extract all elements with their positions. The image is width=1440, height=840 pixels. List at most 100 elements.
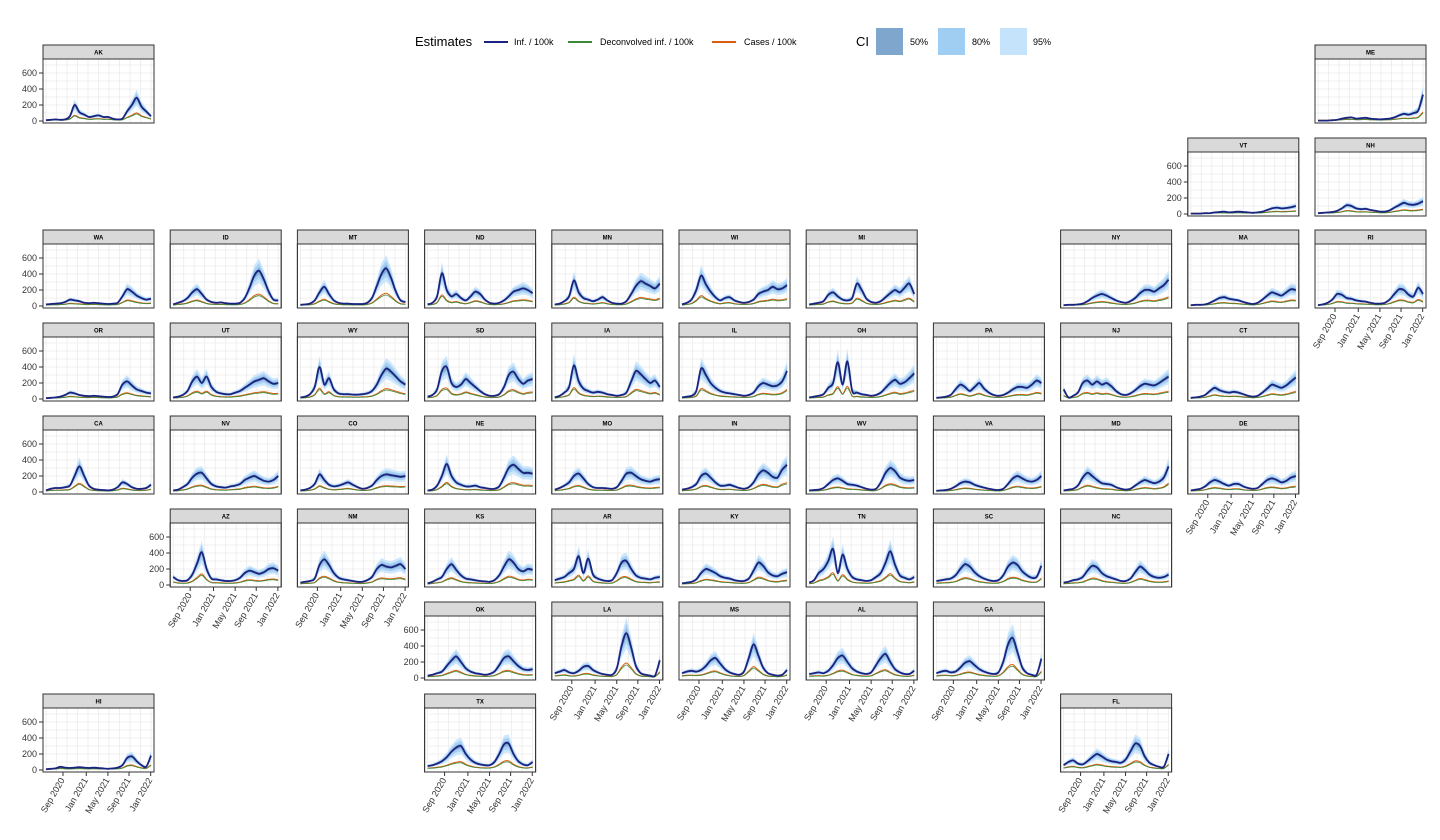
state-grid-chart: Estimates Inf. / 100k Deconvolved inf. /… xyxy=(22,28,1427,815)
strip-label: LA xyxy=(603,608,612,614)
strip-label: OK xyxy=(476,608,486,614)
panel-ak: AK 0 200 400 600 xyxy=(22,44,155,126)
panel-il: IL xyxy=(678,322,791,402)
strip-label: MS xyxy=(730,608,739,614)
y-tick-label: 200 xyxy=(22,378,37,388)
strip-label: AZ xyxy=(222,515,230,521)
strip-label: CA xyxy=(94,422,103,428)
strip-label: AR xyxy=(603,515,612,521)
strip-label: SD xyxy=(476,329,485,335)
panel-ca: CA 0 200 400 600 xyxy=(22,415,155,497)
y-tick-label: 200 xyxy=(22,100,37,110)
strip-label: IN xyxy=(732,422,738,428)
panel-oh: OH xyxy=(805,322,918,402)
legend-label-ci95: 95% xyxy=(1033,37,1051,47)
strip-label: TN xyxy=(858,515,866,521)
legend-swatch-ci50 xyxy=(876,28,903,55)
panel-sc: SC xyxy=(932,508,1045,588)
y-tick-label: 200 xyxy=(22,285,37,295)
strip-label: CO xyxy=(348,422,357,428)
panels: AK 0 200 400 600 ME VT 0 200 400 600 NH WA 0 200 400 600… xyxy=(22,44,1427,815)
strip-label: ND xyxy=(476,236,485,242)
strip-label: SC xyxy=(985,515,994,521)
y-tick-label: 400 xyxy=(22,733,37,743)
y-tick-label: 600 xyxy=(22,439,37,449)
strip-label: VA xyxy=(985,422,994,428)
strip-label: MD xyxy=(1111,422,1121,428)
legend-swatch-ci95 xyxy=(1000,28,1027,55)
panel-ma: MA xyxy=(1187,229,1300,309)
panel-mn: MN xyxy=(551,229,664,309)
y-tick-label: 0 xyxy=(32,765,37,775)
y-tick-label: 600 xyxy=(149,532,164,542)
y-tick-label: 600 xyxy=(22,253,37,263)
strip-label: MN xyxy=(603,236,612,242)
strip-label: NV xyxy=(222,422,230,428)
panel-ny: NY xyxy=(1060,229,1173,309)
strip-label: WI xyxy=(731,236,739,242)
strip-label: MI xyxy=(858,236,865,242)
panel-ct: CT xyxy=(1187,322,1300,402)
panel-ga: GASep 2020Jan 2021May 2021Sep 2021Jan 20… xyxy=(929,601,1045,723)
y-tick-label: 0 xyxy=(32,301,37,311)
y-tick-label: 0 xyxy=(1177,209,1182,219)
panel-ia: IA xyxy=(551,322,664,402)
panel-ar: AR xyxy=(551,508,664,588)
strip-label: NJ xyxy=(1112,329,1120,335)
panel-nh: NH xyxy=(1314,137,1427,217)
panel-sd: SD xyxy=(424,322,537,402)
legend-label-ci50: 50% xyxy=(910,37,928,47)
strip-label: KY xyxy=(730,515,738,521)
legend-label-cases: Cases / 100k xyxy=(744,37,797,47)
panel-nd: ND xyxy=(424,229,537,309)
legend-label-deconvolved: Deconvolved inf. / 100k xyxy=(600,37,694,47)
strip-label: MA xyxy=(1239,236,1249,242)
strip-label: KS xyxy=(476,515,484,521)
panel-nm: NMSep 2020Jan 2021May 2021Sep 2021Jan 20… xyxy=(293,508,409,630)
legend-label-ci80: 80% xyxy=(972,37,990,47)
strip-label: IL xyxy=(732,329,738,335)
legend-swatch-ci80 xyxy=(938,28,965,55)
y-tick-label: 0 xyxy=(32,116,37,126)
y-tick-label: 400 xyxy=(22,84,37,94)
y-tick-label: 600 xyxy=(22,717,37,727)
panel-ut: UT xyxy=(169,322,282,402)
strip-label: NC xyxy=(1112,515,1121,521)
y-tick-label: 0 xyxy=(414,673,419,683)
strip-label: ID xyxy=(223,236,230,242)
strip-label: UT xyxy=(222,329,230,335)
strip-label: ME xyxy=(1366,51,1375,57)
panel-me: ME xyxy=(1314,44,1427,124)
y-tick-label: 0 xyxy=(159,580,164,590)
y-tick-label: 200 xyxy=(149,564,164,574)
y-tick-label: 0 xyxy=(32,487,37,497)
strip-label: WY xyxy=(348,329,358,335)
y-tick-label: 200 xyxy=(22,471,37,481)
panel-la: LASep 2020Jan 2021May 2021Sep 2021Jan 20… xyxy=(548,601,664,723)
strip-label: VT xyxy=(1239,144,1247,150)
y-tick-label: 600 xyxy=(22,346,37,356)
y-tick-label: 400 xyxy=(149,548,164,558)
panel-va: VA xyxy=(932,415,1045,495)
panel-de: DESep 2020Jan 2021May 2021Sep 2021Jan 20… xyxy=(1184,415,1300,537)
panel-mo: MO xyxy=(551,415,664,495)
y-tick-label: 400 xyxy=(404,641,419,651)
strip-label: NH xyxy=(1366,144,1375,150)
panel-nj: NJ xyxy=(1060,322,1173,402)
strip-label: RI xyxy=(1368,236,1374,242)
strip-label: TX xyxy=(476,700,484,706)
y-tick-label: 600 xyxy=(404,625,419,635)
strip-label: NY xyxy=(1112,236,1120,242)
y-tick-label: 200 xyxy=(1167,193,1182,203)
panel-ok: OK 0 200 400 600 xyxy=(404,601,537,683)
strip-label: NE xyxy=(476,422,484,428)
legend-ci-title: CI xyxy=(856,34,869,49)
panel-hi: HI0200400600Sep 2020Jan 2021May 2021Sep … xyxy=(22,693,155,815)
panel-or: OR 0 200 400 600 xyxy=(22,322,155,404)
strip-label: OH xyxy=(857,329,866,335)
panel-ri: RISep 2020Jan 2021May 2021Sep 2021Jan 20… xyxy=(1311,229,1427,351)
y-tick-label: 600 xyxy=(1167,161,1182,171)
strip-label: MO xyxy=(602,422,612,428)
panel-wv: WV xyxy=(805,415,918,495)
y-tick-label: 400 xyxy=(22,362,37,372)
